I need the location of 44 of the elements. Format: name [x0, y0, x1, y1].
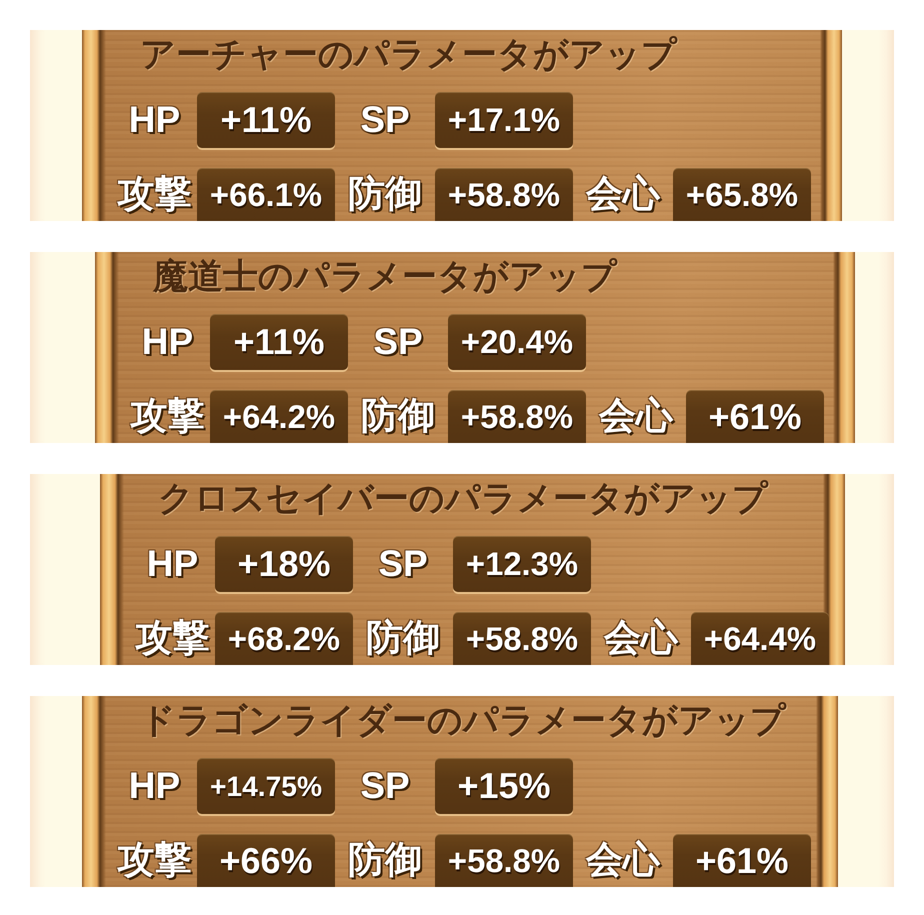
- stat-label: 攻撃: [130, 396, 204, 437]
- stat-value: +64.4%: [691, 612, 829, 665]
- stat-label: SP: [360, 100, 410, 140]
- stat-value: +20.4%: [448, 314, 586, 370]
- stat-label: 会心: [586, 174, 660, 215]
- stat-label: SP: [378, 544, 428, 584]
- stat-value: +15%: [435, 758, 573, 814]
- stat-value: +65.8%: [673, 168, 811, 221]
- stat-value: +14.75%: [197, 758, 335, 814]
- stat-label: SP: [373, 322, 423, 362]
- stat-value: +61%: [673, 834, 811, 887]
- stat-label: 防御: [366, 618, 440, 659]
- stat-value: +11%: [210, 314, 348, 370]
- stat-label: HP: [142, 322, 194, 362]
- stat-value: +66%: [197, 834, 335, 887]
- stat-value: +58.8%: [453, 612, 591, 665]
- stat-label: 攻撃: [118, 174, 192, 215]
- stat-value: +61%: [686, 390, 824, 443]
- stat-label: 会心: [599, 396, 673, 437]
- stat-label: 防御: [348, 840, 422, 881]
- stat-value: +68.2%: [215, 612, 353, 665]
- stat-label: HP: [128, 766, 180, 806]
- stat-value: +64.2%: [210, 390, 348, 443]
- stat-label: HP: [128, 100, 180, 140]
- stat-label: 防御: [361, 396, 435, 437]
- stat-value: +58.8%: [435, 834, 573, 887]
- stat-value: +18%: [215, 536, 353, 592]
- stat-label: 防御: [348, 174, 422, 215]
- stat-label: 攻撃: [118, 840, 192, 881]
- panel-title: 魔道士のパラメータがアップ: [153, 256, 618, 299]
- stat-label: 会心: [604, 618, 678, 659]
- stat-label: 会心: [586, 840, 660, 881]
- stat-value: +58.8%: [448, 390, 586, 443]
- panel-title: ドラゴンライダーのパラメータがアップ: [140, 700, 788, 743]
- stat-value: +11%: [197, 92, 335, 148]
- stat-value: +58.8%: [435, 168, 573, 221]
- stat-value: +66.1%: [197, 168, 335, 221]
- stat-value: +12.3%: [453, 536, 591, 592]
- stat-label: 攻撃: [136, 618, 210, 659]
- stat-label: SP: [360, 766, 410, 806]
- panel-title: アーチャーのパラメータがアップ: [140, 34, 678, 77]
- stat-value: +17.1%: [435, 92, 573, 148]
- panel-title: クロスセイバーのパラメータがアップ: [158, 478, 770, 521]
- stat-label: HP: [146, 544, 198, 584]
